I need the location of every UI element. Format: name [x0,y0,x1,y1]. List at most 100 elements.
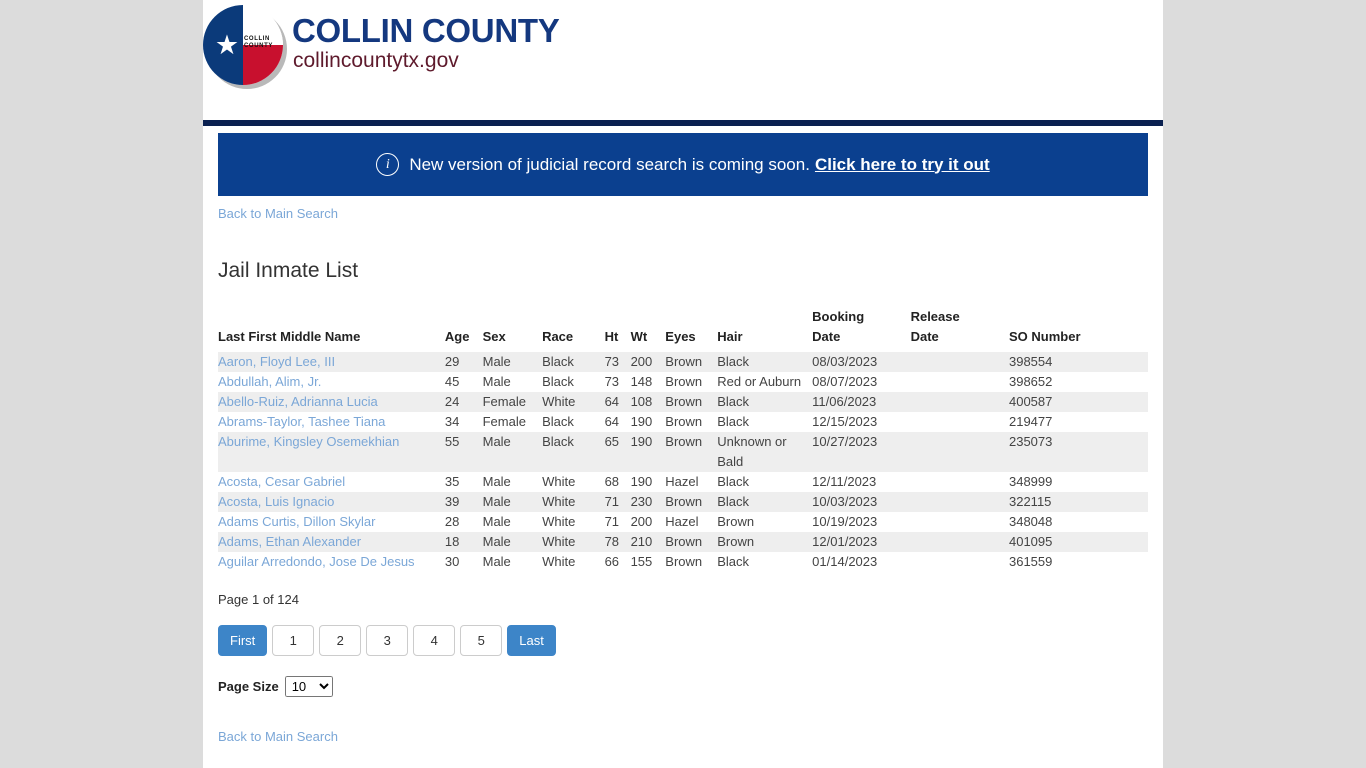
table-row[interactable]: Aburime, Kingsley Osemekhian 55 Male Bla… [218,432,1148,472]
column-header-release-date[interactable]: Release Date [911,307,1009,352]
cell-so-number: 398554 [1008,354,1053,369]
inmate-name-link[interactable]: Acosta, Luis Ignacio [218,494,334,509]
cell-ht: 66 [604,554,620,569]
cell-release-date [911,352,1009,372]
cell-booking-date: 01/14/2023 [812,554,878,569]
table-row[interactable]: Adams, Ethan Alexander 18 Male White 78 … [218,532,1148,552]
cell-name: Adams Curtis, Dillon Skylar [218,512,445,532]
cell-ht: 64 [604,414,620,429]
cell-sex: Female [482,414,526,429]
cell-race: White [542,514,576,529]
pagination-page-1-button[interactable]: 1 [272,625,315,656]
cell-eyes: Brown [665,394,703,409]
seal-red-field [243,45,283,85]
inmate-name-link[interactable]: Abrams-Taylor, Tashee Tiana [218,414,385,429]
column-header-wt[interactable]: Wt [631,307,666,352]
cell-sex: Male [482,474,511,489]
column-header-age[interactable]: Age [445,307,483,352]
cell-eyes: Hazel [665,514,699,529]
page-title: Jail Inmate List [218,259,359,282]
pagination-controls: First 1 2 3 4 5 Last [218,625,1148,656]
column-header-booking-date[interactable]: Booking Date [812,307,910,352]
table-row[interactable]: Abdullah, Alim, Jr. 45 Male Black 73 148… [218,372,1148,392]
cell-name: Acosta, Cesar Gabriel [218,472,445,492]
table-row[interactable]: Abrams-Taylor, Tashee Tiana 34 Female Bl… [218,412,1148,432]
inmate-name-link[interactable]: Acosta, Cesar Gabriel [218,474,345,489]
pagination-page-4-button[interactable]: 4 [413,625,456,656]
cell-name: Adams, Ethan Alexander [218,532,445,552]
seal-label-line1: COLLIN [244,36,270,42]
cell-age: 29 [444,354,460,369]
pagination-page-5-button[interactable]: 5 [460,625,503,656]
cell-release-date [911,532,1009,552]
table-header-row: Last First Middle Name Age Sex Race Ht W… [218,307,1148,352]
pagination-page-3-button[interactable]: 3 [366,625,409,656]
back-to-main-search-link-top[interactable]: Back to Main Search [218,206,338,221]
pagination-page-2-button[interactable]: 2 [319,625,362,656]
cell-hair: Brown [717,514,755,529]
cell-sex: Male [482,434,511,449]
cell-wt: 190 [630,414,653,429]
page-indicator: Page 1 of 124 [218,592,299,607]
cell-race: White [542,474,576,489]
cell-eyes: Brown [665,554,703,569]
cell-sex: Female [482,394,526,409]
cell-age: 30 [444,554,460,569]
inmate-name-link[interactable]: Aaron, Floyd Lee, III [218,354,335,369]
cell-hair: Black [717,354,750,369]
table-row[interactable]: Adams Curtis, Dillon Skylar 28 Male Whit… [218,512,1148,532]
inmate-name-link[interactable]: Aguilar Arredondo, Jose De Jesus [218,554,415,569]
cell-ht: 71 [604,494,620,509]
cell-so-number: 235073 [1008,434,1053,449]
table-row[interactable]: Acosta, Luis Ignacio 39 Male White 71 23… [218,492,1148,512]
cell-eyes: Brown [665,354,703,369]
back-to-main-search-link-bottom[interactable]: Back to Main Search [218,729,338,744]
table-row[interactable]: Aaron, Floyd Lee, III 29 Male Black 73 2… [218,352,1148,372]
cell-wt: 190 [630,474,653,489]
cell-sex: Male [482,494,511,509]
cell-so-number: 398652 [1008,374,1053,389]
cell-race: Black [542,434,574,449]
site-subtitle: collincountytx.gov [293,49,459,72]
column-header-eyes[interactable]: Eyes [665,307,717,352]
cell-age: 24 [444,394,460,409]
cell-booking-date: 12/15/2023 [812,414,878,429]
pagination-first-button[interactable]: First [218,625,268,656]
collin-county-seal-icon[interactable]: ★ COLLIN COUNTY [203,5,291,93]
cell-age: 35 [444,474,460,489]
table-row[interactable]: Abello-Ruiz, Adrianna Lucia 24 Female Wh… [218,392,1148,412]
inmate-name-link[interactable]: Adams, Ethan Alexander [218,534,361,549]
column-header-ht[interactable]: Ht [605,307,631,352]
table-body: Aaron, Floyd Lee, III 29 Male Black 73 2… [218,352,1148,572]
cell-wt: 190 [630,434,653,449]
cell-so-number: 361559 [1008,554,1053,569]
pagination-last-button[interactable]: Last [507,625,556,656]
cell-hair: Brown [717,534,755,549]
table-row[interactable]: Aguilar Arredondo, Jose De Jesus 30 Male… [218,552,1148,572]
cell-release-date [911,552,1009,572]
inmate-name-link[interactable]: Abdullah, Alim, Jr. [218,374,321,389]
inmate-name-link[interactable]: Aburime, Kingsley Osemekhian [218,434,399,449]
cell-so-number: 348999 [1008,474,1053,489]
cell-booking-date: 08/07/2023 [812,374,878,389]
cell-booking-date: 10/19/2023 [812,514,878,529]
column-header-sex[interactable]: Sex [483,307,542,352]
column-header-name[interactable]: Last First Middle Name [218,307,445,352]
page-size-label: Page Size [218,679,279,694]
column-header-race[interactable]: Race [542,307,605,352]
cell-booking-date: 12/01/2023 [812,534,878,549]
cell-age: 55 [444,434,460,449]
cell-name: Abrams-Taylor, Tashee Tiana [218,412,445,432]
cell-so-number: 401095 [1008,534,1053,549]
inmate-name-link[interactable]: Adams Curtis, Dillon Skylar [218,514,376,529]
cell-hair: Black [717,394,750,409]
info-circle-icon: i [376,153,400,176]
table-row[interactable]: Acosta, Cesar Gabriel 35 Male White 68 1… [218,472,1148,492]
column-header-hair[interactable]: Hair [717,307,812,352]
column-header-so-number[interactable]: SO Number [1009,307,1148,352]
try-new-version-link[interactable]: Click here to try it out [815,155,990,175]
table-head: Last First Middle Name Age Sex Race Ht W… [218,307,1148,352]
page-size-select[interactable]: 102550100 [284,676,333,697]
inmate-table: Last First Middle Name Age Sex Race Ht W… [218,307,1148,572]
inmate-name-link[interactable]: Abello-Ruiz, Adrianna Lucia [218,394,378,409]
